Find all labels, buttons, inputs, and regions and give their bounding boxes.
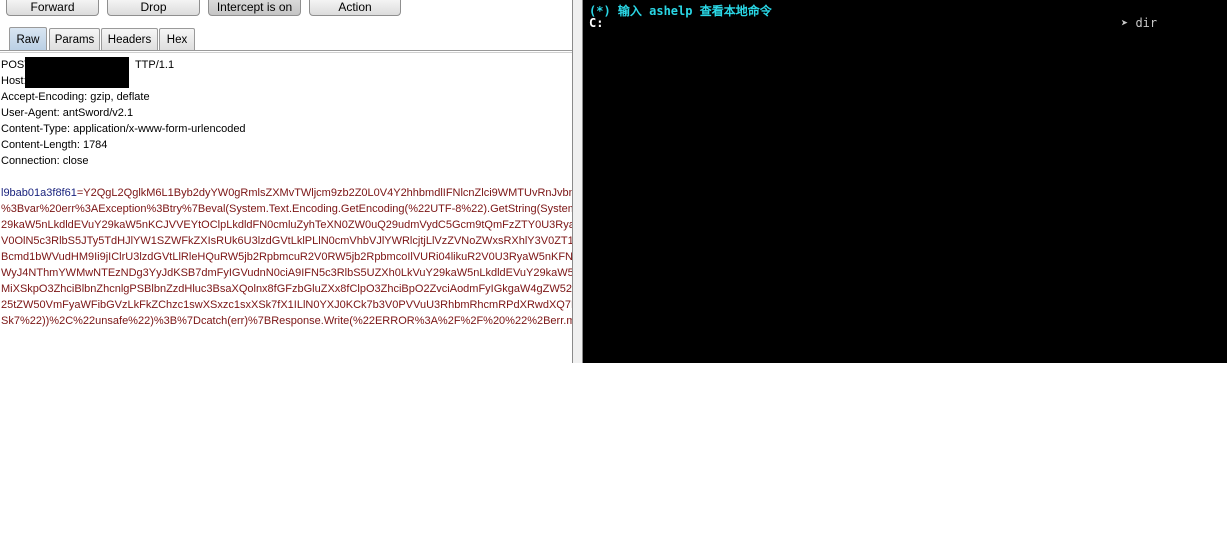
body-line: Sk7%22))%2C%22unsafe%22)%3B%7Dcatch(err)…	[1, 315, 572, 327]
tab-hex[interactable]: Hex	[159, 28, 195, 50]
drop-button[interactable]: Drop	[107, 0, 200, 16]
raw-request-editor[interactable]: POST TTP/1.1 Host: Accept-Encoding: gzip,…	[1, 57, 572, 329]
action-button[interactable]: Action	[309, 0, 401, 16]
body-line: Bcmd1bWVudHM9Ii9jIClrU3lzdGVtLlRleHQuRW5…	[1, 251, 572, 263]
tab-divider-inner	[0, 52, 572, 53]
body-line: MiXSkpO3ZhciBlbnZhcnlgPSBlbnZzdHluc3BsaX…	[1, 283, 572, 295]
tab-headers[interactable]: Headers	[101, 28, 158, 50]
terminal-top-mark: ·----	[589, 0, 619, 1]
body-line: WyJ4NThmYWMwNTEzNDg3YyJdKSB7dmFyIGVudnN0…	[1, 267, 572, 279]
body-line: 25tZW50VmFyaWFibGVzLkFkZChzc1swXSxzc1sxX…	[1, 299, 572, 311]
body-line: V0OlN5c3RlbS5JTy5TdHJlYW1SZWFkZXIsRUk6U3…	[1, 235, 572, 247]
intercept-toggle-button[interactable]: Intercept is on	[208, 0, 301, 16]
split-pane-divider[interactable]	[572, 0, 583, 363]
header-accept-encoding: Accept-Encoding: gzip, deflate	[1, 91, 150, 103]
body-line: 29kaW5nLkdldEVuY29kaW5nKCJVVEYtOClpLkdld…	[1, 219, 572, 231]
terminal-panel[interactable]: ·---- (*) 输入 ashelp 查看本地命令 C: ➤ dir	[583, 0, 1227, 363]
param-name: l9bab01a3f8f61	[1, 187, 77, 199]
header-user-agent: User-Agent: antSword/v2.1	[1, 107, 134, 119]
header-content-length: Content-Length: 1784	[1, 139, 108, 151]
body-line: l9bab01a3f8f61=Y2QgL2QglkM6L1Byb2dyYW0gR…	[1, 187, 572, 199]
tab-divider	[0, 50, 572, 51]
terminal-hint: (*) 输入 ashelp 查看本地命令	[589, 4, 772, 18]
terminal-drive: C:	[589, 16, 604, 30]
forward-button[interactable]: Forward	[6, 0, 99, 16]
tab-params[interactable]: Params	[49, 28, 100, 50]
tab-raw[interactable]: Raw	[9, 27, 47, 51]
body-line: %3Bvar%20err%3AException%3Btry%7Beval(Sy…	[1, 203, 572, 215]
request-pane: Forward Drop Intercept is on Action Raw …	[0, 0, 572, 363]
header-content-type: Content-Type: application/x-www-form-url…	[1, 123, 246, 135]
terminal-command-input[interactable]: ➤ dir	[1121, 16, 1157, 30]
redaction-block	[25, 57, 129, 88]
header-connection: Connection: close	[1, 155, 89, 167]
